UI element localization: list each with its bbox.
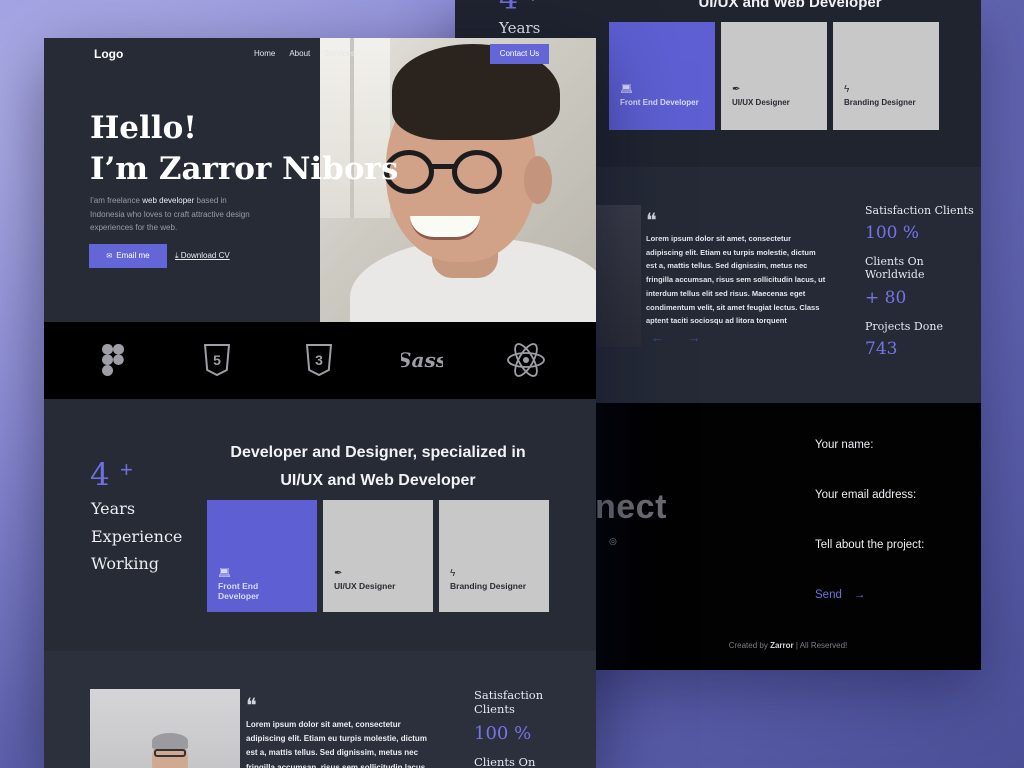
back-about-heading: UI/UX and Web Developer — [698, 0, 882, 11]
hero-description: I'am freelance web developer based in In… — [90, 194, 250, 235]
email-field[interactable]: Your email address: — [815, 489, 924, 539]
testimonial-text: Lorem ipsum dolor sit amet, consectetur … — [246, 720, 427, 768]
figma-icon — [87, 342, 139, 378]
contact-us-button[interactable]: Contact Us — [490, 44, 549, 64]
footer-suffix: | All Reserved! — [793, 641, 848, 650]
years-plus: + — [120, 457, 133, 482]
stat-label: Satisfaction Clients — [865, 204, 974, 217]
css3-icon: 3 — [293, 342, 345, 378]
service-card-uiux[interactable]: ✒ UI/UX Designer — [721, 22, 827, 130]
years-number: 4 — [90, 457, 110, 493]
stat-label: Projects Done — [865, 319, 943, 333]
service-card-label: UI/UX Designer — [732, 98, 790, 107]
nav-home[interactable]: Home — [254, 49, 275, 58]
send-label: Send — [815, 589, 842, 601]
footer-credit: Created by Zarror | All Reserved! — [595, 641, 981, 650]
hero-desc-highlight: web developer — [142, 196, 195, 205]
service-card-label: UI/UX Designer — [334, 581, 396, 591]
sass-icon: Sass — [396, 342, 448, 378]
back-testimonial-photo — [595, 205, 641, 347]
quote-icon: ❝ — [246, 693, 257, 717]
service-card-branding[interactable]: ϟ Branding Designer — [439, 500, 549, 612]
stat-value: + 80 — [865, 287, 907, 308]
back-years-label: Years — [499, 19, 541, 37]
project-field[interactable]: Tell about the project: — [815, 539, 924, 589]
hero-title-line2: I’m Zarror Nibors — [90, 151, 399, 187]
testimonial-arrows[interactable]: ← → — [651, 330, 711, 345]
service-card-label: Branding Designer — [844, 98, 916, 107]
stat-label: Clients On — [474, 754, 536, 768]
about-heading: Developer and Designer, specialized in U… — [210, 439, 546, 494]
pen-tool-icon: ✒ — [732, 84, 741, 95]
years-experience-text: Years Experience Working — [91, 495, 182, 578]
back-testimonial-text: Lorem ipsum dolor sit amet, consectetur … — [646, 234, 826, 326]
monitor-icon: 💻︎ — [218, 568, 231, 579]
monitor-icon: 💻︎ — [620, 84, 633, 95]
email-me-button[interactable]: ✉ Email me — [89, 244, 167, 268]
testimonial-section: ❝ Lorem ipsum dolor sit amet, consectetu… — [44, 651, 596, 768]
arrow-right-icon: → — [853, 589, 866, 601]
download-cv-label: Download CV — [180, 251, 230, 260]
back-stats: Satisfaction Clients 100 % Clients On Wo… — [865, 204, 975, 371]
back-years-number: 4 — [499, 0, 518, 17]
send-button[interactable]: Send → — [815, 589, 924, 601]
years-line: Years — [91, 499, 136, 518]
tech-stack-band: 5 3 Sass — [44, 322, 596, 399]
quote-icon: ❝ — [646, 208, 657, 232]
email-me-label: Email me — [116, 251, 150, 260]
service-card-label: Front End Developer — [218, 581, 260, 601]
service-card-label: Branding Designer — [450, 581, 527, 591]
svg-text:3: 3 — [315, 352, 323, 368]
html5-icon: 5 — [191, 342, 243, 378]
stat-label: Satisfaction Clients — [474, 688, 544, 716]
footer-prefix: Created by — [728, 641, 771, 650]
stat-value: 100 % — [865, 223, 920, 244]
service-cards: 💻︎ Front End Developer ✒ UI/UX Designer … — [207, 500, 549, 612]
footer-author: Zarror — [770, 641, 794, 650]
svg-text:Sass: Sass — [401, 348, 443, 372]
service-card-branding[interactable]: ϟ Branding Designer — [833, 22, 939, 130]
service-card-uiux[interactable]: ✒ UI/UX Designer — [323, 500, 433, 612]
react-icon — [500, 342, 552, 378]
logo[interactable]: Logo — [94, 47, 123, 61]
nav-services[interactable]: Services — [324, 49, 355, 58]
hero-title: Hello! I’m Zarror Nibors — [90, 108, 398, 190]
service-card-frontend[interactable]: 💻︎ Front End Developer — [609, 22, 715, 130]
download-icon: ⤓ — [175, 251, 179, 260]
stat-label: Clients On Worldwide — [865, 255, 925, 282]
back-service-cards: 💻︎ Front End Developer ✒ UI/UX Designer … — [609, 22, 939, 130]
lightning-icon: ϟ — [450, 568, 456, 579]
envelope-icon: ✉ — [106, 253, 113, 260]
hero-title-line1: Hello! — [90, 110, 197, 146]
name-field[interactable]: Your name: — [815, 439, 924, 489]
about-heading-line: Developer and Designer, specialized in — [230, 444, 526, 461]
hero-desc-part: I'am freelance — [90, 196, 143, 205]
contact-section: nect ◎ Your name: Your email address: Te… — [595, 403, 981, 670]
stats: Satisfaction Clients 100 % Clients On — [474, 688, 584, 768]
svg-text:5: 5 — [213, 352, 221, 368]
front-page-mockup: Logo Home About Services Contact Us Hell… — [44, 38, 596, 768]
lightning-icon: ϟ — [844, 84, 850, 95]
service-card-label: Front End Developer — [620, 98, 699, 107]
pen-tool-icon: ✒ — [334, 568, 343, 579]
testimonial-photo — [90, 689, 240, 768]
stat-value: 100 % — [474, 722, 532, 744]
about-section: 4 + Years Experience Working Developer a… — [44, 399, 596, 651]
contact-form: Your name: Your email address: Tell abou… — [815, 439, 924, 601]
years-line: Experience — [91, 526, 183, 546]
service-card-frontend[interactable]: 💻︎ Front End Developer — [207, 500, 317, 612]
back-years-plus: + — [527, 0, 539, 9]
about-heading-line: UI/UX and Web Developer — [280, 471, 476, 489]
main-nav: Home About Services — [254, 49, 355, 58]
stat-value: 743 — [865, 338, 898, 359]
connect-heading: nect — [595, 488, 667, 526]
nav-about[interactable]: About — [289, 49, 310, 58]
github-icon[interactable]: ◎ — [609, 536, 617, 547]
years-line: Working — [91, 554, 159, 573]
download-cv-link[interactable]: ⤓ Download CV — [175, 251, 230, 261]
